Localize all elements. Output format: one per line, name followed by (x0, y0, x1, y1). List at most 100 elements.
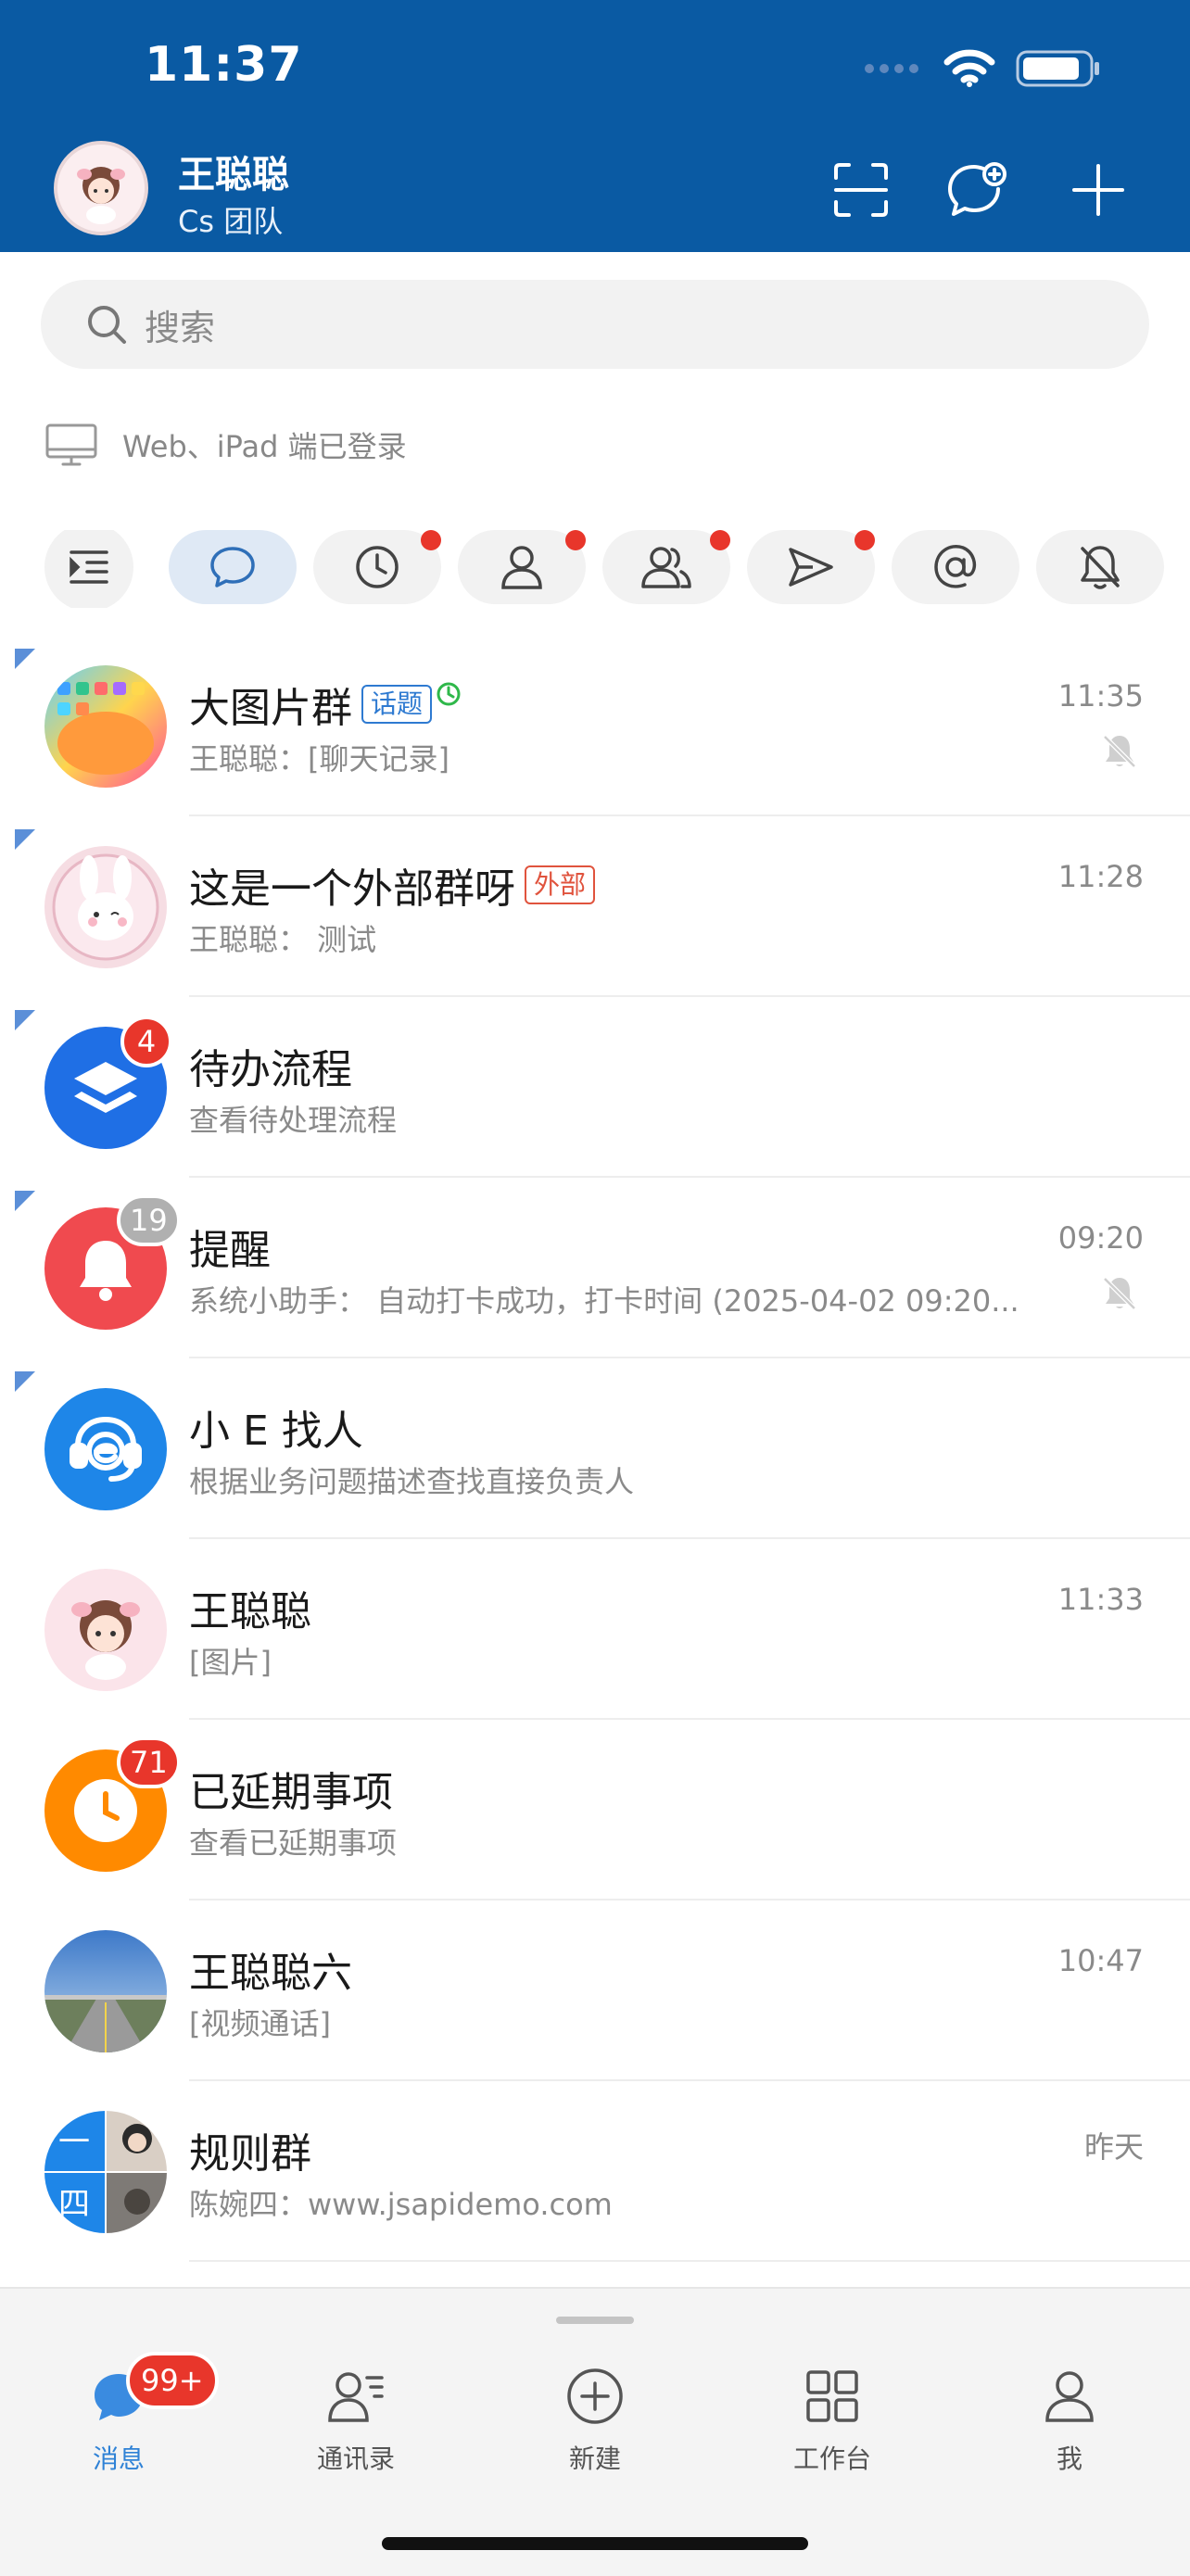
pinned-marker (15, 829, 35, 850)
rule-group-avatar: 一四 (44, 2111, 167, 2233)
conversation-preview: 王聪聪： 测试 (189, 922, 377, 957)
unread-badge: 4 (120, 1016, 172, 1067)
conversation-preview: 陈婉四：www.jsapidemo.com (189, 2187, 613, 2222)
tab-label: 工作台 (792, 2443, 871, 2474)
filter-single-chat[interactable] (458, 530, 586, 604)
app-header: 11:37 王聪聪 Cs 团队 (0, 0, 1190, 252)
topic-tag: 话题 (361, 685, 433, 724)
home-indicator (382, 2537, 808, 2550)
status-clock-icon (437, 682, 461, 706)
conversation-item[interactable]: 这是一个外部群呀 外部 王聪聪： 测试 11:28 (0, 816, 1190, 997)
conversation-time: 09:20 (1057, 1220, 1144, 1256)
scan-button[interactable] (827, 156, 895, 224)
conversation-title-row: 提醒 (189, 1217, 271, 1276)
add-button[interactable] (1064, 156, 1133, 224)
user-avatar (44, 1569, 167, 1691)
unread-dot (565, 530, 586, 550)
status-time: 11:37 (145, 37, 303, 93)
wifi-icon (943, 49, 995, 87)
search-icon (88, 306, 126, 344)
pinned-marker (15, 1191, 35, 1211)
rule-group-avatar-char: 一 (58, 2124, 90, 2161)
battery-icon (1016, 50, 1099, 87)
conversation-item[interactable]: 王聪聪 [图片] 11:33 (0, 1539, 1190, 1720)
filter-menu-button[interactable] (44, 530, 133, 608)
conversation-item[interactable]: 大图片群 话题 王聪聪：[聊天记录] 11:35 (0, 636, 1190, 816)
bunny-avatar (44, 846, 167, 968)
login-status-text: Web、iPad 端已登录 (122, 429, 407, 464)
conversation-item[interactable]: 71 已延期事项 查看已延期事项 (0, 1720, 1190, 1900)
support-avatar (44, 1388, 167, 1510)
pinned-marker (15, 1010, 35, 1030)
menu-collapse-icon (70, 550, 108, 584)
tab-messages[interactable]: 消息 99+ (26, 2352, 219, 2476)
conversation-preview: 根据业务问题描述查找直接负责人 (189, 1464, 635, 1499)
tab-label: 消息 (92, 2443, 145, 2474)
conversation-title-row: 王聪聪 (189, 1578, 311, 1637)
unread-dot (855, 530, 875, 550)
conversation-title: 这是一个外部群呀 (189, 865, 515, 913)
chat-bubble-icon (210, 547, 255, 587)
filter-recent[interactable] (313, 530, 441, 604)
conversation-item[interactable]: 4 待办流程 查看待处理流程 (0, 997, 1190, 1178)
conversation-time: 10:47 (1057, 1943, 1144, 1978)
conversation-title-row: 王聪聪六 (189, 1939, 352, 1999)
mute-icon (1103, 1277, 1136, 1310)
tab-me[interactable]: 我 (977, 2367, 1162, 2476)
grid-icon (806, 2370, 858, 2422)
rule-group-avatar-char: 四 (58, 2186, 90, 2223)
user-name: 王聪聪 (178, 154, 289, 196)
unread-dot (710, 530, 730, 550)
mute-bell-icon (1081, 546, 1120, 589)
conversation-title: 已延期事项 (189, 1769, 393, 1816)
conversation-title-row: 这是一个外部群呀 外部 (189, 855, 596, 915)
conversation-preview: 王聪聪：[聊天记录] (189, 741, 449, 777)
conversation-item[interactable]: 一四 规则群 陈婉四：www.jsapidemo.com 昨天 (0, 2081, 1190, 2262)
unread-badge: 19 (117, 1194, 181, 1246)
add-circle-icon (567, 2368, 623, 2424)
profile-icon (1045, 2371, 1094, 2422)
filter-group-chat[interactable] (602, 530, 730, 604)
login-status-row[interactable]: Web、iPad 端已登录 (44, 423, 407, 467)
tab-contacts[interactable]: 通讯录 (263, 2367, 449, 2476)
conversation-title: 大图片群 (189, 685, 352, 732)
mute-icon (1103, 735, 1136, 768)
clock-icon (356, 546, 399, 588)
conversation-preview: [视频通话] (189, 2006, 331, 2041)
sheet-handle[interactable] (556, 2317, 634, 2324)
status-indicators (864, 44, 1101, 93)
search-bar[interactable]: 搜索 (41, 280, 1149, 369)
conversation-title: 王聪聪六 (189, 1950, 352, 1997)
filter-muted[interactable] (1036, 530, 1164, 604)
conversation-item[interactable]: 19 提醒 系统小助手： 自动打卡成功，打卡时间 (2025-04-02 09:… (0, 1178, 1190, 1358)
filter-mentions[interactable] (892, 530, 1019, 604)
team-name[interactable]: Cs 团队 (178, 198, 283, 241)
tab-workbench[interactable]: 工作台 (740, 2367, 925, 2476)
conversation-time: 11:35 (1057, 678, 1144, 713)
conversation-time: 11:28 (1057, 859, 1144, 894)
tab-label: 我 (1056, 2443, 1082, 2474)
at-icon (934, 545, 976, 588)
conversation-title-row: 小 E 找人 (189, 1397, 363, 1457)
conversation-preview: 查看已延期事项 (189, 1825, 398, 1861)
unread-badge: 99+ (126, 2352, 219, 2409)
plus-icon (1072, 164, 1124, 216)
scan-icon (834, 163, 888, 217)
tab-new[interactable]: 新建 (502, 2367, 688, 2476)
filter-messages[interactable] (169, 530, 297, 604)
conversation-item[interactable]: 王聪聪六 [视频通话] 10:47 (0, 1900, 1190, 2081)
conversation-item[interactable]: 小 E 找人 根据业务问题描述查找直接负责人 (0, 1358, 1190, 1539)
filter-sent[interactable] (747, 530, 875, 604)
person-icon (501, 546, 542, 589)
conversation-preview: [图片] (189, 1645, 272, 1680)
new-chat-button[interactable] (943, 156, 1012, 224)
conversation-preview: 系统小助手： 自动打卡成功，打卡时间 (2025-04-02 09:20... (189, 1283, 1019, 1319)
conversation-list: 大图片群 话题 王聪聪：[聊天记录] 11:35 这是一个外部群呀 外部 王聪聪… (0, 636, 1190, 2262)
conversation-title-row: 已延期事项 (189, 1759, 393, 1818)
landscape-avatar (44, 1930, 167, 2052)
user-avatar[interactable] (54, 141, 148, 235)
search-placeholder: 搜索 (145, 307, 216, 348)
send-icon (789, 548, 833, 587)
conversation-preview: 查看待处理流程 (189, 1103, 398, 1138)
unread-badge: 71 (117, 1736, 181, 1788)
